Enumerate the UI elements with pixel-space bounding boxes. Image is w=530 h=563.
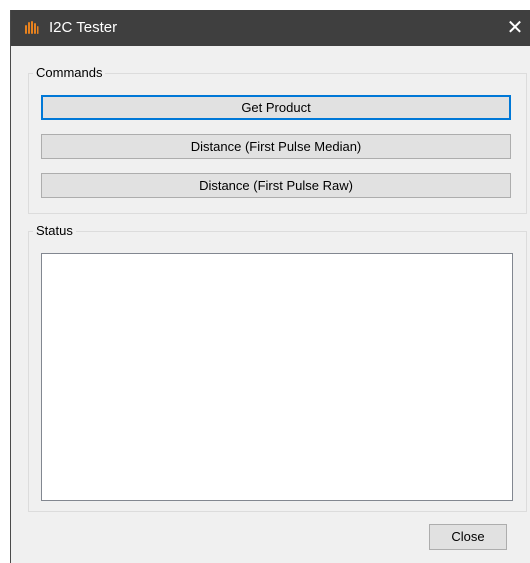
close-icon[interactable]: ✕ [500,10,530,46]
status-textbox[interactable] [41,253,513,501]
window-title: I2C Tester [49,19,118,36]
commands-legend: Commands [33,65,106,81]
close-button[interactable]: Close [429,524,507,550]
get-product-button[interactable]: Get Product [41,95,511,120]
flame-icon [25,21,39,34]
title-bar[interactable]: I2C Tester ✕ [11,10,530,46]
i2c-tester-window: I2C Tester ✕ Commands Get Product Distan… [10,10,530,563]
distance-first-pulse-median-button[interactable]: Distance (First Pulse Median) [41,134,511,159]
status-legend: Status [33,223,76,239]
distance-first-pulse-raw-button[interactable]: Distance (First Pulse Raw) [41,173,511,198]
